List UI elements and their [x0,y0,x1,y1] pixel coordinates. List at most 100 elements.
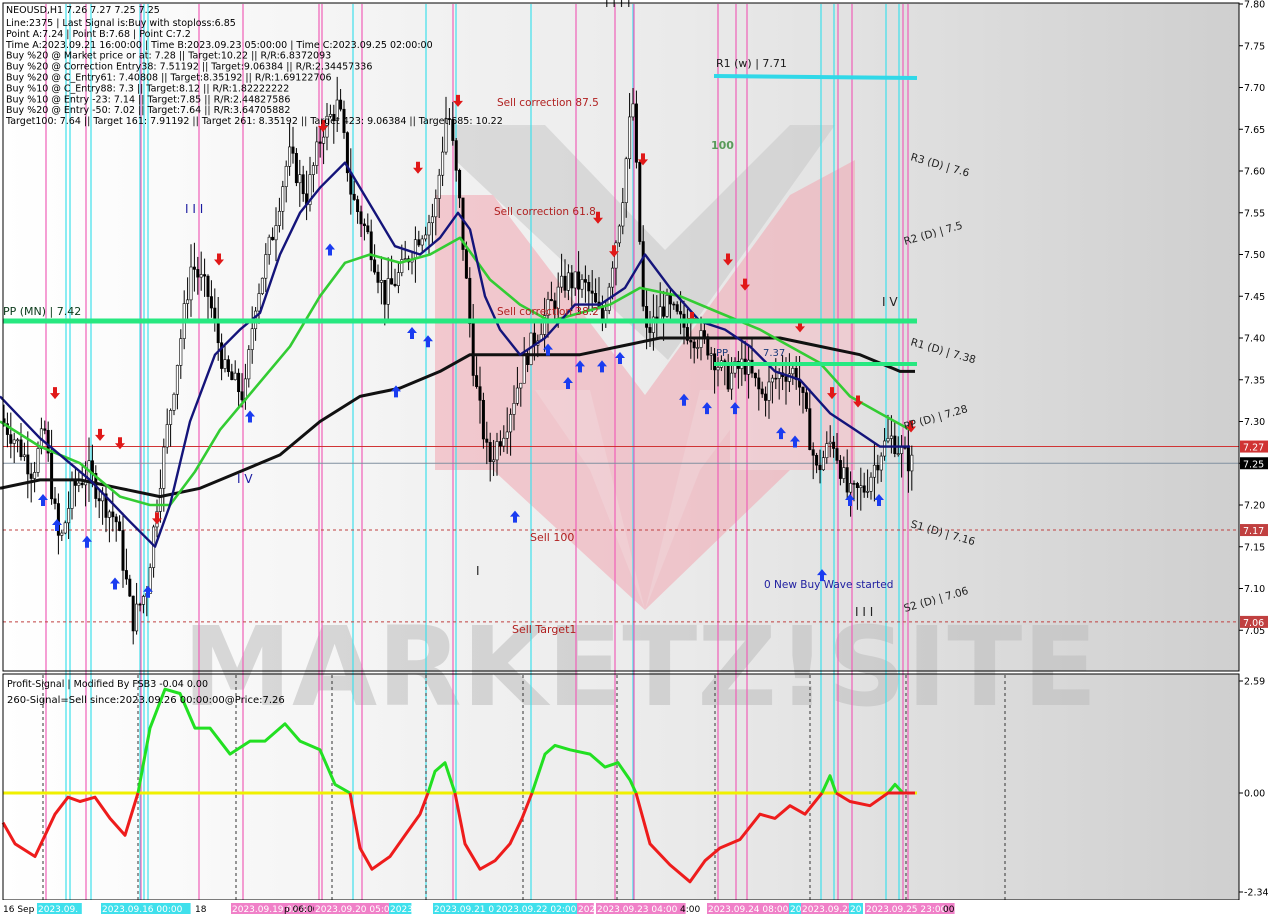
candle-body [29,473,33,479]
time-tick-label: 2023.09.16 00:00 [102,905,183,915]
candle-body [784,376,788,382]
candle-body [230,371,234,381]
candle-body [199,274,203,278]
candle-body [900,447,904,454]
candle-body [169,410,173,425]
candle-body [628,116,632,160]
time-tick-label: 20 [790,905,802,915]
candle-body [886,438,890,442]
candle-body [709,353,713,356]
candle-body [175,365,179,395]
candle-body [835,448,839,461]
candle-body [19,439,23,458]
candle-body [658,306,662,321]
candle-body [498,441,502,447]
candle-body [692,341,696,349]
candle-body [665,294,669,317]
symbol-line: NEOUSD,H1 7.26 7.27 7.25 7.25 [6,5,160,16]
candle-body [107,511,111,518]
candle-body [859,485,863,489]
candle-body [481,399,485,440]
candle-body [577,271,581,290]
candle-body [63,522,67,534]
candle-body [386,278,390,305]
candle-body [672,303,676,306]
info-line: Buy %20 @ C_Entry61: 7.40808 || Target:8… [6,73,332,84]
candle-body [376,271,380,283]
candle-body [594,293,598,303]
candle-body [611,267,615,288]
info-line: Buy %20 @ Entry -50: 7.02 || Target:7.64… [6,105,290,116]
candle-body [641,241,645,307]
wave-i-label: I [476,564,480,578]
candle-body [162,446,166,489]
candle-body [879,455,883,471]
candle-body [590,290,594,294]
candle-body [396,272,400,286]
price-tick-label: 7.75 [1244,41,1265,52]
candle-body [702,330,706,337]
candle-body [362,223,366,227]
candle-body [454,140,458,171]
time-tick-label: 2023.09.22 02:00 [496,905,577,915]
pp-short-label: PP [716,348,728,359]
candle-body [876,464,880,471]
price-tick-label: 7.40 [1244,334,1265,345]
sell-target1-label: Sell Target1 [512,623,576,636]
candle-body [458,169,462,199]
price-tick-label: 7.15 [1244,542,1265,553]
candle-body [209,296,213,309]
candle-body [515,387,519,404]
price-tick-label: 7.65 [1244,125,1265,136]
candle-body [825,443,829,459]
candle-body [427,222,431,236]
candle-body [866,491,870,493]
candle-body [260,277,264,294]
candle-body [764,393,768,401]
candle-body [203,274,207,277]
candle-body [495,441,499,461]
new-buy-wave-label: 0 New Buy Wave started [764,579,893,591]
candle-body [774,377,778,380]
candle-body [206,275,210,297]
price-badge-label: 7.17 [1243,526,1264,537]
candle-body [192,266,196,270]
candle-body [257,293,261,312]
candle-body [668,294,672,305]
candle-body [352,193,356,200]
candle-body [587,281,591,292]
candle-body [838,460,842,479]
candle-body [9,434,13,444]
candle-body [509,414,513,433]
candle-body [563,275,567,291]
candle-body [801,386,805,393]
candle-body [226,359,230,373]
candle-body [311,165,315,175]
info-line: Buy %10 @ C_Entry88: 7.3 || Target:8.12 … [6,83,289,94]
candle-body [852,483,856,485]
info-line: Line:2375 | Last Signal is:Buy with stop… [6,18,236,29]
info-line: Buy %20 @ Correction Entry38: 7.51192 ||… [6,62,372,73]
info-line: Target100: 7.64 || Target 161: 7.91192 |… [5,116,503,127]
candle-body [189,266,193,301]
candle-body [12,439,16,444]
candle-body [753,372,757,379]
candle-body [869,476,873,492]
pp-mn-label: PP (MN) | 7.42 [3,305,81,318]
price-tick-label: 7.80 [1244,0,1265,11]
candle-body [114,516,118,523]
indicator-title: Profit-Signal | Modified By FSB3 -0.04 0… [7,679,208,690]
candle-body [767,381,771,401]
candle-body [318,141,322,144]
time-tick-label: 2023.09.20 05:00 [315,905,396,915]
candle-body [366,225,370,233]
candle-body [505,431,509,439]
candle-body [631,103,635,118]
candle-body [420,238,424,246]
candle-body [213,307,217,320]
candle-body [821,457,825,471]
candle-body [417,239,421,246]
time-tick-label: 2023.09.23 04:00 [597,905,678,915]
time-tick-label: 16 Sep [3,905,35,915]
wave-iii-label: I I I [185,202,203,216]
